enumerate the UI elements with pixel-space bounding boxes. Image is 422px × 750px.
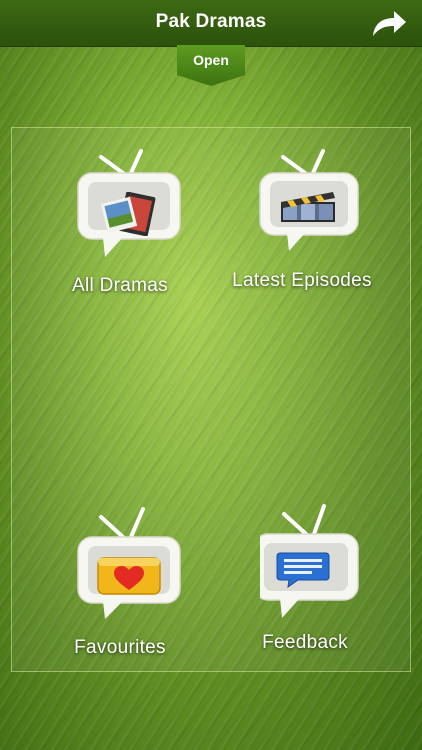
share-icon[interactable] [370,8,408,38]
chat-bubble-icon [276,552,330,589]
menu-item-feedback[interactable]: Feedback [210,500,400,670]
open-tab-button[interactable]: Open [177,45,245,87]
menu-item-label: All Dramas [72,275,168,296]
heart-icon [97,557,161,595]
menu-item-label: Latest Episodes [232,270,372,291]
menu-item-label: Favourites [74,637,166,658]
open-tab-label: Open [193,52,229,68]
menu-item-latest-episodes[interactable]: Latest Episodes [207,145,397,315]
menu-item-label: Feedback [262,632,348,653]
menu-item-all-dramas[interactable]: All Dramas [25,145,215,315]
clapperboard-icon [281,192,335,222]
navigation-bar: Pak Dramas [0,0,422,47]
app-title: Pak Dramas [155,11,267,32]
menu-item-favourites[interactable]: Favourites [25,505,215,675]
film-photos-icon [100,192,156,236]
